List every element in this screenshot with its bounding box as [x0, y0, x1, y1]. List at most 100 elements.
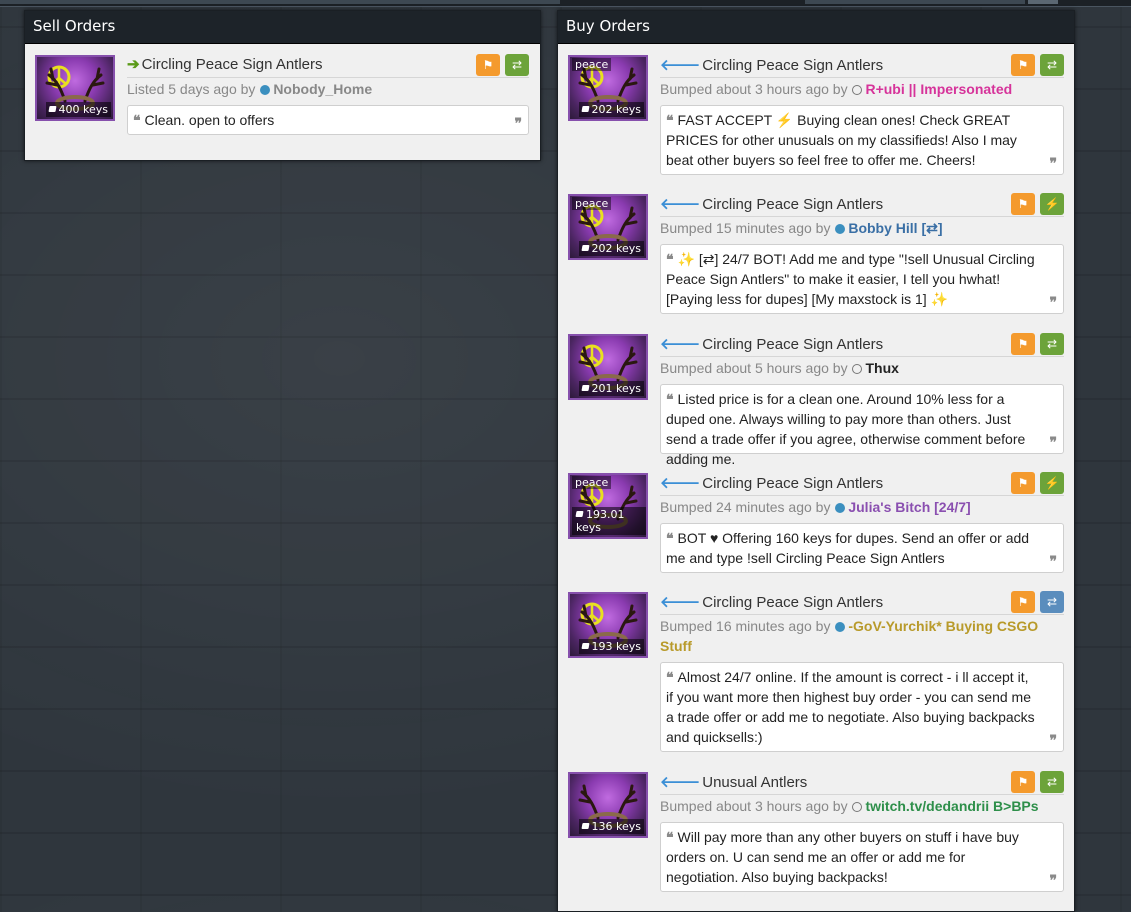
comment-text: ✨ [⇄] 24/7 BOT! Add me and type "!sell U…	[666, 251, 1035, 307]
item-thumbnail[interactable]: 193 keys	[568, 592, 648, 658]
item-name-link[interactable]: Unusual Antlers	[702, 774, 807, 791]
item-name-link[interactable]: Circling Peace Sign Antlers	[142, 56, 323, 73]
listing-comment: ❝ FAST ACCEPT ⚡ Buying clean ones! Check …	[660, 105, 1064, 175]
user-name-link[interactable]: Thux	[865, 360, 898, 376]
item-thumbnail[interactable]: peace 202 keys	[568, 194, 648, 260]
user-status-icon	[835, 224, 846, 234]
quote-open-icon: ❝	[666, 112, 674, 128]
quote-open-icon: ❝	[666, 251, 674, 267]
user-name-link[interactable]: Nobody_Home	[273, 81, 372, 97]
price-tag-icon	[580, 823, 590, 829]
item-thumbnail[interactable]: 400 keys	[35, 55, 115, 121]
instant-trade-button[interactable]: ⚡	[1040, 472, 1064, 494]
trade-offer-button[interactable]: ⇄	[1040, 591, 1064, 613]
listing-title-row: 🡐 Unusual Antlers ⚑ ⇄	[660, 771, 1064, 795]
order-listing: peace 202 keys 🡐 Circling Peace Sign Antl…	[568, 193, 1064, 324]
report-button[interactable]: ⚑	[1011, 591, 1035, 613]
flag-icon: ⚑	[1017, 197, 1029, 211]
item-price: 400 keys	[45, 102, 111, 117]
order-listing: peace 193.01 keys 🡐 Circling Peace Sign A…	[568, 472, 1064, 583]
item-name-link[interactable]: Circling Peace Sign Antlers	[702, 336, 883, 353]
trade-offer-button[interactable]: ⇄	[505, 54, 529, 76]
listing-comment: ❝ Clean. open to offers ❞	[127, 105, 529, 135]
price-tag-icon	[47, 106, 57, 112]
comment-text: Will pay more than any other buyers on s…	[666, 829, 1019, 885]
listing-comment: ❝ Almost 24/7 online. If the amount is co…	[660, 662, 1064, 752]
item-name-link[interactable]: Circling Peace Sign Antlers	[702, 594, 883, 611]
item-name-link[interactable]: Circling Peace Sign Antlers	[702, 57, 883, 74]
listing-meta: Bumped about 3 hours ago by twitch.tv/de…	[660, 796, 1064, 816]
buy-orders-heading: Buy Orders	[558, 11, 1074, 44]
user-name-link[interactable]: Bobby Hill [⇄]	[848, 220, 942, 236]
listing-meta: Bumped 16 minutes ago by -GoV-Yurchik* B…	[660, 616, 1064, 656]
user-status-icon	[852, 85, 863, 95]
comment-text: BOT ♥ Offering 160 keys for dupes. Send …	[666, 530, 1030, 566]
item-thumbnail[interactable]: peace 202 keys	[568, 55, 648, 121]
item-thumbnail[interactable]: 201 keys	[568, 334, 648, 400]
instant-trade-button[interactable]: ⚡	[1040, 193, 1064, 215]
quote-open-icon: ❝	[133, 112, 141, 128]
trade-offer-button[interactable]: ⇄	[1040, 54, 1064, 76]
report-button[interactable]: ⚑	[1011, 771, 1035, 793]
listing-time: Bumped 16 minutes ago by	[660, 618, 831, 634]
item-price: 193.01 keys	[572, 507, 646, 535]
item-price-value: 400 keys	[58, 103, 108, 116]
item-name-link[interactable]: Circling Peace Sign Antlers	[702, 475, 883, 492]
listing-time: Bumped 24 minutes ago by	[660, 499, 831, 515]
exchange-icon: ⇄	[1046, 337, 1058, 351]
user-status-icon	[835, 622, 846, 632]
item-thumbnail[interactable]: peace 193.01 keys	[568, 473, 648, 539]
listing-meta: Bumped about 5 hours ago by Thux	[660, 358, 1064, 378]
report-button[interactable]: ⚑	[1011, 193, 1035, 215]
user-name-link[interactable]: R+ubi || Impersonated	[865, 81, 1012, 97]
listing-title-row: 🡐 Circling Peace Sign Antlers ⚑ ⇄	[660, 333, 1064, 357]
quote-close-icon: ❞	[1049, 155, 1057, 171]
listing-actions: ⚑ ⇄	[1006, 591, 1064, 613]
item-thumbnail[interactable]: 136 keys	[568, 772, 648, 838]
item-price-value: 202 keys	[591, 103, 641, 116]
quote-open-icon: ❝	[666, 669, 674, 685]
order-listing: 400 keys ➔ Circling Peace Sign Antlers ⚑ ⇄…	[35, 54, 529, 145]
listing-title-row: 🡐 Circling Peace Sign Antlers ⚑ ⚡	[660, 472, 1064, 496]
quote-open-icon: ❝	[666, 829, 674, 845]
price-tag-icon	[580, 643, 590, 649]
item-name-link[interactable]: Circling Peace Sign Antlers	[702, 196, 883, 213]
lightning-icon: ⚡	[1044, 476, 1060, 490]
comment-text: FAST ACCEPT ⚡ Buying clean ones! Check G…	[666, 112, 1017, 168]
item-price: 202 keys	[578, 102, 644, 117]
user-name-link[interactable]: twitch.tv/dedandrii B>BPs	[865, 798, 1038, 814]
report-button[interactable]: ⚑	[476, 54, 500, 76]
arrow-left-icon: 🡐	[660, 774, 701, 791]
listing-actions: ⚑ ⚡	[1006, 193, 1064, 215]
listing-title-row: 🡐 Circling Peace Sign Antlers ⚑ ⚡	[660, 193, 1064, 217]
user-name-link[interactable]: Julia's Bitch [24/7]	[848, 499, 970, 515]
user-status-icon	[260, 85, 271, 95]
listing-meta: Listed 5 days ago by Nobody_Home	[127, 79, 529, 99]
exchange-icon: ⇄	[511, 58, 523, 72]
exchange-icon: ⇄	[1046, 58, 1058, 72]
flag-icon: ⚑	[1017, 775, 1029, 789]
report-button[interactable]: ⚑	[1011, 333, 1035, 355]
top-nav-segment	[805, 0, 1025, 4]
quote-close-icon: ❞	[1049, 434, 1057, 450]
price-tag-icon	[580, 106, 590, 112]
listing-actions: ⚑ ⚡	[1006, 472, 1064, 494]
listing-comment: ❝ Will pay more than any other buyers on …	[660, 822, 1064, 892]
arrow-left-icon: 🡐	[660, 336, 701, 353]
listing-title-row: 🡐 Circling Peace Sign Antlers ⚑ ⇄	[660, 54, 1064, 78]
arrow-right-icon: ➔	[127, 56, 140, 73]
trade-offer-button[interactable]: ⇄	[1040, 333, 1064, 355]
listing-time: Bumped 15 minutes ago by	[660, 220, 831, 236]
sell-orders-panel: Sell Orders 400 keys ➔ Circling Peace Sig…	[24, 10, 541, 161]
quote-close-icon: ❞	[1049, 553, 1057, 569]
exchange-icon: ⇄	[1046, 775, 1058, 789]
quote-open-icon: ❝	[666, 391, 674, 407]
report-button[interactable]: ⚑	[1011, 472, 1035, 494]
arrow-left-icon: 🡐	[660, 196, 701, 213]
trade-offer-button[interactable]: ⇄	[1040, 771, 1064, 793]
buy-orders-panel: Buy Orders peace 202 keys 🡐 Circling Peac…	[557, 10, 1075, 912]
flag-icon: ⚑	[1017, 337, 1029, 351]
report-button[interactable]: ⚑	[1011, 54, 1035, 76]
item-price-value: 201 keys	[591, 382, 641, 395]
flag-icon: ⚑	[482, 58, 494, 72]
